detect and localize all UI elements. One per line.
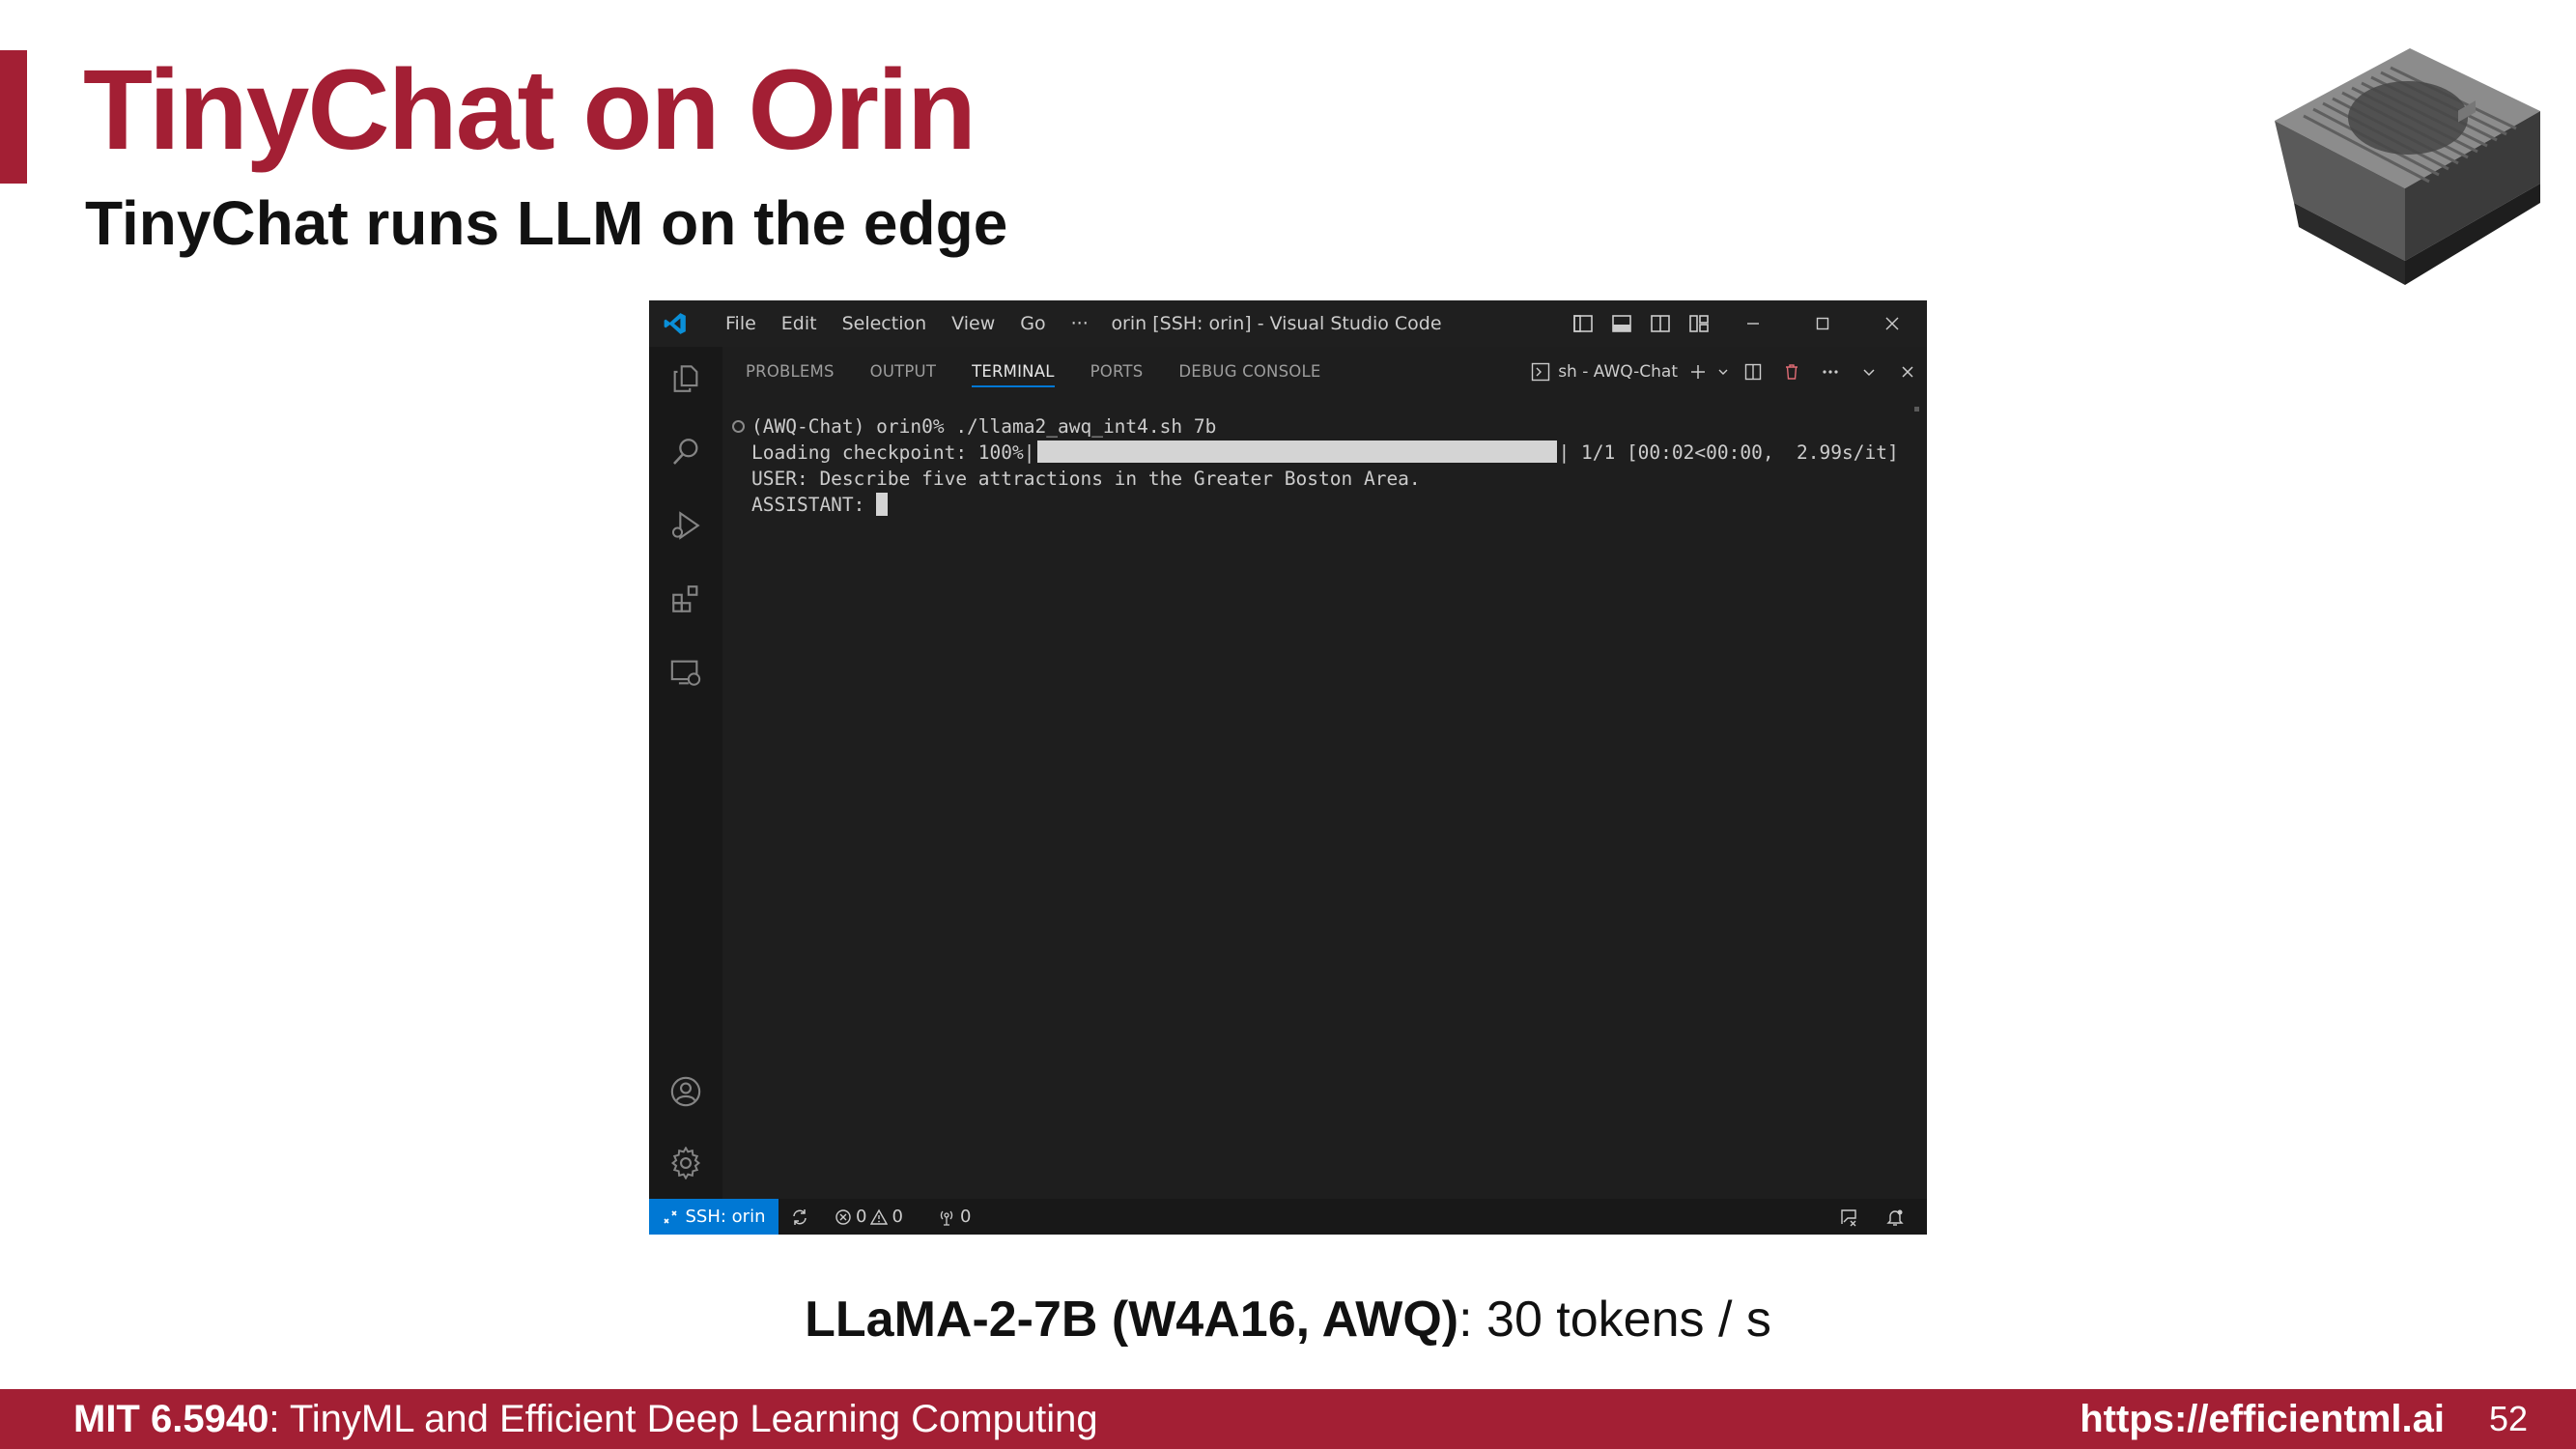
page-number: 52 xyxy=(2488,1399,2528,1438)
terminal-line-command: (AWQ-Chat) orin0% ./llama2_awq_int4.sh 7… xyxy=(751,415,1217,438)
status-bar: SSH: orin 0 0 0 xyxy=(649,1199,1927,1235)
remote-label: SSH: orin xyxy=(685,1207,766,1227)
customize-layout-icon[interactable] xyxy=(1680,300,1718,347)
vscode-logo-icon xyxy=(664,313,686,334)
run-debug-icon[interactable] xyxy=(649,494,722,557)
minimize-icon[interactable] xyxy=(1718,300,1788,347)
assistant-prompt: ASSISTANT: xyxy=(751,494,877,516)
terminal-name: sh - AWQ-Chat xyxy=(1558,362,1678,382)
new-terminal-plus-icon[interactable] xyxy=(1684,347,1713,397)
settings-gear-icon[interactable] xyxy=(649,1131,722,1195)
maximize-icon[interactable] xyxy=(1788,300,1857,347)
slide-subtitle: TinyChat runs LLM on the edge xyxy=(85,188,1008,258)
warning-count: 0 xyxy=(892,1207,903,1227)
terminal-line-assistant: ASSISTANT: xyxy=(751,492,889,518)
panel-header: PROBLEMS OUTPUT TERMINAL PORTS DEBUG CON… xyxy=(722,347,1927,397)
menu-selection[interactable]: Selection xyxy=(830,313,940,334)
tab-terminal[interactable]: TERMINAL xyxy=(972,347,1055,397)
remote-icon xyxy=(663,1209,677,1224)
toggle-panel-icon[interactable] xyxy=(1602,300,1641,347)
error-count: 0 xyxy=(856,1207,867,1227)
terminal-line-loading: Loading checkpoint: 100%| | 1/1 [00:02<00… xyxy=(751,440,1899,466)
vscode-window: File Edit Selection View Go ··· orin [SS… xyxy=(649,300,1927,1235)
search-icon[interactable] xyxy=(649,420,722,484)
chevron-down-icon[interactable] xyxy=(1713,347,1734,397)
trash-icon[interactable] xyxy=(1772,347,1811,397)
sync-icon[interactable] xyxy=(790,1199,809,1235)
terminal-line-user: USER: Describe five attractions in the G… xyxy=(751,468,1421,490)
tab-debug-console[interactable]: DEBUG CONSOLE xyxy=(1178,347,1320,397)
terminal-actions: sh - AWQ-Chat xyxy=(1531,347,1927,397)
toggle-primary-sidebar-icon[interactable] xyxy=(1564,300,1602,347)
caption-model: LLaMA-2-7B (W4A16, AWQ) xyxy=(805,1292,1459,1348)
terminal-selector[interactable]: sh - AWQ-Chat xyxy=(1531,362,1684,382)
loading-suffix: | 1/1 [00:02<00:00, 2.99s/it] xyxy=(1558,441,1899,464)
menu-go[interactable]: Go xyxy=(1007,313,1058,334)
activity-bar xyxy=(649,347,722,1199)
loading-prefix: Loading checkpoint: 100%| xyxy=(751,441,1035,464)
remote-explorer-icon[interactable] xyxy=(649,640,722,704)
slide-title: TinyChat on Orin xyxy=(83,46,977,174)
menu-file[interactable]: File xyxy=(713,313,769,334)
split-terminal-icon[interactable] xyxy=(1734,347,1772,397)
problems-status[interactable]: 0 0 xyxy=(835,1199,903,1235)
accounts-status-icon[interactable] xyxy=(1839,1199,1858,1235)
close-panel-icon[interactable] xyxy=(1888,347,1927,397)
terminal-output[interactable]: (AWQ-Chat) orin0% ./llama2_awq_int4.sh 7… xyxy=(722,397,1927,1199)
remote-indicator[interactable]: SSH: orin xyxy=(649,1199,778,1235)
tab-output[interactable]: OUTPUT xyxy=(870,347,936,397)
terminal-cursor xyxy=(876,493,889,516)
explorer-icon[interactable] xyxy=(649,347,722,411)
notifications-bell-icon[interactable] xyxy=(1885,1199,1905,1235)
extensions-icon[interactable] xyxy=(649,567,722,631)
more-actions-icon[interactable] xyxy=(1811,347,1850,397)
error-icon xyxy=(835,1208,851,1225)
terminal-icon xyxy=(1531,362,1550,382)
caption-speed: : 30 tokens / s xyxy=(1458,1292,1771,1348)
title-bar: File Edit Selection View Go ··· orin [SS… xyxy=(649,300,1927,347)
ports-status[interactable]: 0 xyxy=(937,1199,971,1235)
toggle-secondary-sidebar-icon[interactable] xyxy=(1641,300,1680,347)
ports-count: 0 xyxy=(960,1207,972,1227)
menu-more[interactable]: ··· xyxy=(1059,313,1101,334)
panel-tabs: PROBLEMS OUTPUT TERMINAL PORTS DEBUG CON… xyxy=(746,347,1356,397)
footer-course-name: : TinyML and Efficient Deep Learning Com… xyxy=(269,1398,1098,1440)
window-title: orin [SSH: orin] - Visual Studio Code xyxy=(1111,313,1442,334)
warning-icon xyxy=(870,1208,889,1225)
performance-caption: LLaMA-2-7B (W4A16, AWQ): 30 tokens / s xyxy=(0,1291,2576,1349)
menu-edit[interactable]: Edit xyxy=(769,313,830,334)
menu-bar: File Edit Selection View Go ··· xyxy=(713,300,1101,347)
accounts-icon[interactable] xyxy=(649,1060,722,1123)
command-decoration-icon xyxy=(732,420,745,433)
title-bar-controls xyxy=(1564,300,1927,347)
maximize-panel-chevron-icon[interactable] xyxy=(1850,347,1888,397)
footer-bar: MIT 6.5940: TinyML and Efficient Deep Le… xyxy=(0,1389,2576,1449)
menu-view[interactable]: View xyxy=(939,313,1007,334)
jetson-orin-device-image xyxy=(2275,48,2540,285)
scrollbar-marker xyxy=(1914,407,1919,412)
broadcast-icon xyxy=(940,1210,953,1226)
tab-ports[interactable]: PORTS xyxy=(1090,347,1144,397)
footer-url: https://efficientml.ai xyxy=(2080,1398,2445,1440)
close-window-icon[interactable] xyxy=(1857,300,1927,347)
footer-course: MIT 6.5940: TinyML and Efficient Deep Le… xyxy=(73,1389,1098,1449)
loading-progress-bar xyxy=(1036,440,1557,463)
tab-problems[interactable]: PROBLEMS xyxy=(746,347,835,397)
footer-course-code: MIT 6.5940 xyxy=(73,1398,269,1440)
title-accent-bar xyxy=(0,50,27,184)
